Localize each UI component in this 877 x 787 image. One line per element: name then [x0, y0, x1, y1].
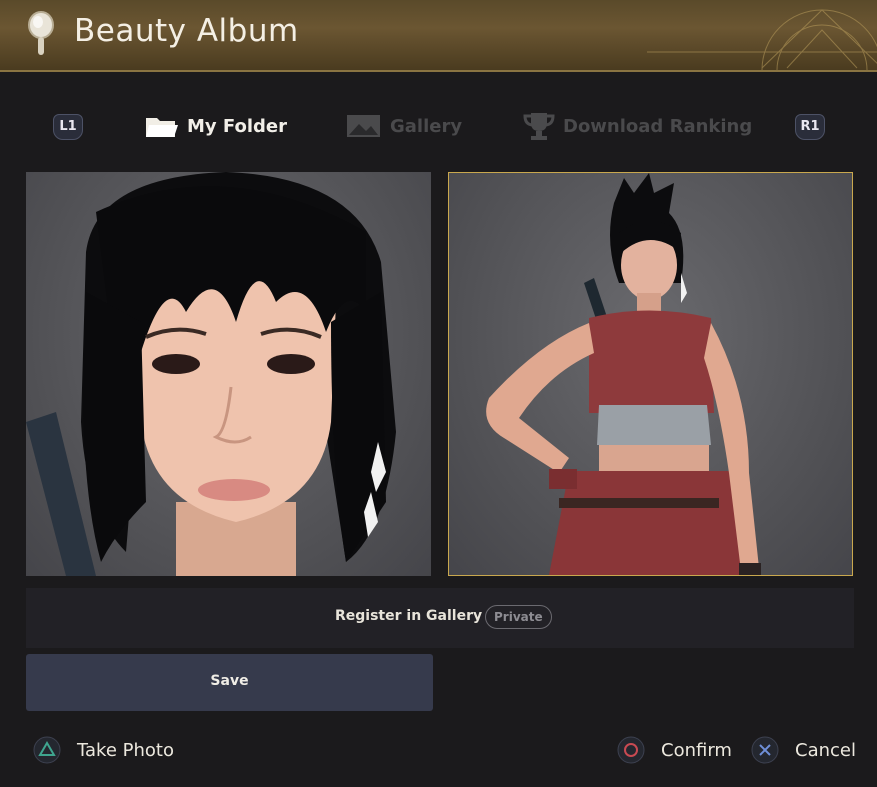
window-title: Beauty Album: [74, 13, 299, 49]
tab-bar: L1 My Folder Gallery Download Ranking R1: [0, 104, 877, 148]
save-button[interactable]: Save: [26, 654, 433, 711]
take-photo-label: Take Photo: [77, 739, 174, 761]
photo-face-close-up[interactable]: [26, 172, 431, 576]
register-in-gallery-row: Register in Gallery Private: [26, 588, 854, 648]
circle-button-icon: [617, 736, 645, 764]
compass-ornament-icon: [647, 9, 877, 70]
cross-button-icon: [751, 736, 779, 764]
title-bar: Beauty Album: [0, 0, 877, 72]
face-portrait-image: [26, 172, 396, 576]
tab-my-folder[interactable]: My Folder: [145, 112, 287, 140]
confirm-action[interactable]: Confirm: [617, 736, 732, 764]
confirm-label: Confirm: [661, 739, 732, 761]
l1-shoulder-button[interactable]: L1: [53, 114, 83, 140]
tab-gallery[interactable]: Gallery: [346, 112, 462, 140]
photo-full-body[interactable]: [448, 172, 853, 576]
r1-shoulder-button[interactable]: R1: [795, 114, 825, 140]
image-icon: [346, 113, 382, 139]
register-in-gallery-label: Register in Gallery: [335, 608, 483, 624]
tab-gallery-label: Gallery: [390, 115, 463, 137]
save-button-label: Save: [210, 673, 249, 689]
take-photo-action[interactable]: Take Photo: [33, 736, 174, 764]
trophy-icon: [523, 111, 555, 141]
privacy-toggle[interactable]: Private: [485, 605, 552, 629]
tab-download-ranking[interactable]: Download Ranking: [523, 112, 752, 140]
hand-mirror-icon: [28, 11, 54, 55]
cancel-label: Cancel: [795, 739, 856, 761]
full-body-image: [486, 173, 761, 575]
tab-my-folder-label: My Folder: [187, 115, 287, 137]
cancel-action[interactable]: Cancel: [751, 736, 856, 764]
tab-download-ranking-label: Download Ranking: [563, 115, 753, 137]
triangle-button-icon: [33, 736, 61, 764]
folder-icon: [145, 113, 179, 139]
